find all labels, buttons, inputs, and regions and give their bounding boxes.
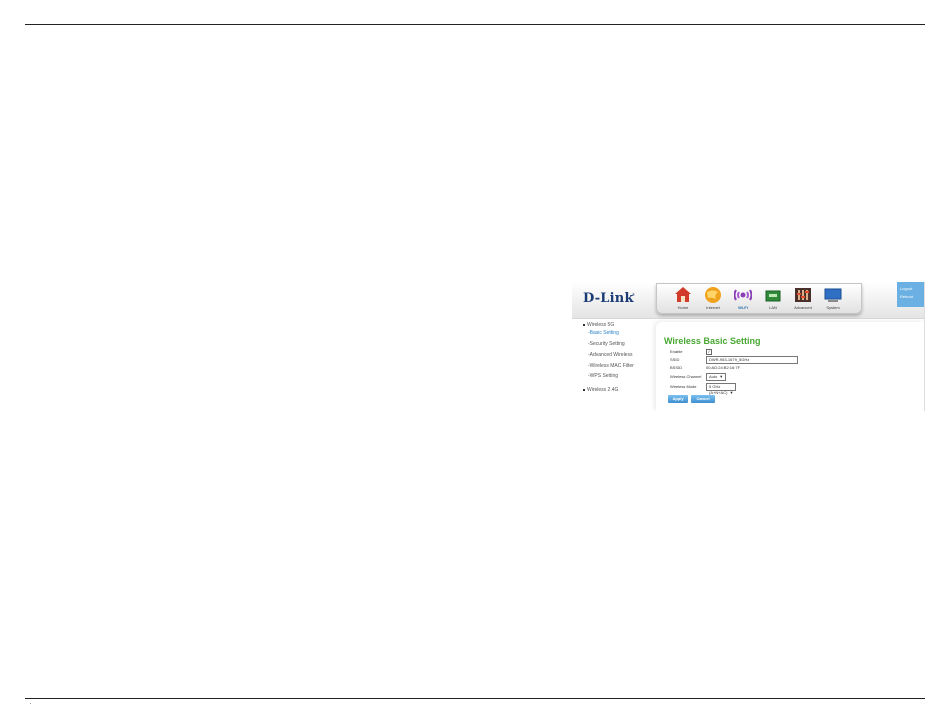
top-rule [25,24,925,25]
sidebar-item-advanced-wireless[interactable]: -Advanced Wireless [588,352,632,358]
bssid-label: BSSID [670,365,683,370]
enable-label: Enable [670,349,683,354]
top-nav: Home Internet Wi-Fi LAN Advanced System [656,283,862,314]
nav-advanced-label: Advanced [794,305,812,310]
channel-select[interactable]: Auto ▼ [706,373,727,381]
nav-wifi[interactable]: Wi-Fi [731,286,755,313]
bullet-icon [583,388,585,391]
nav-advanced[interactable]: Advanced [791,286,815,313]
router-screenshot: D-Link ® Home Internet Wi-Fi LAN Advance… [572,282,925,411]
logout-link[interactable]: Logout [900,285,924,293]
mode-select[interactable]: 5 GHz (A+N+AC) ▼ [706,383,737,395]
wifi-icon [734,289,752,301]
logout-reboot-panel[interactable]: Logout Reboot [897,282,924,307]
header-bar: D-Link ® Home Internet Wi-Fi LAN Advance… [572,282,924,319]
sidebar-group-24g[interactable]: Wireless 2.4G [583,387,618,393]
nav-lan[interactable]: LAN [761,286,785,313]
sidebar: Wireless 5G -Basic Setting -Security Set… [572,320,654,411]
advanced-icon [795,288,811,302]
mode-label: Wireless Mode [670,384,697,389]
dlink-logo: D-Link [583,291,634,306]
nav-home[interactable]: Home [671,286,695,313]
monitor-icon [824,288,842,302]
globe-icon [705,287,721,303]
nav-home-label: Home [677,305,689,310]
enable-checkbox[interactable]: ✓ [706,349,712,355]
ssid-label: SSID [670,357,680,362]
sidebar-item-security-setting[interactable]: -Security Setting [588,341,625,347]
apply-button[interactable]: Apply [668,395,688,403]
lan-icon [765,290,781,302]
nav-wifi-label: Wi-Fi [738,305,748,310]
bssid-value: 00:AD:24:B2:16:7F [706,365,741,370]
sidebar-item-mac-filter[interactable]: -Wireless MAC Filter [588,363,634,369]
home-icon [675,287,691,302]
nav-system[interactable]: System [821,286,845,313]
ssid-input[interactable]: DWR-953-1679_5GHz [706,356,798,364]
reboot-link[interactable]: Reboot [900,293,924,301]
page-marker [30,703,31,704]
sidebar-item-basic-setting[interactable]: -Basic Setting [588,330,619,336]
nav-lan-label: LAN [769,305,777,310]
sidebar-item-wps-setting[interactable]: -WPS Setting [588,373,618,379]
cancel-button[interactable]: Cancel [691,395,715,403]
dropdown-arrow-icon: ▼ [729,390,734,395]
nav-internet[interactable]: Internet [701,286,725,313]
bottom-rule [25,698,925,699]
dropdown-arrow-icon: ▼ [719,374,724,379]
sidebar-group-5g[interactable]: Wireless 5G [583,322,614,328]
page-title: Wireless Basic Setting [664,336,761,346]
nav-internet-label: Internet [706,305,720,310]
bullet-icon [583,323,585,326]
registered-mark: ® [632,292,635,297]
nav-system-label: System [826,305,840,310]
channel-label: Wireless Channel [670,374,702,379]
